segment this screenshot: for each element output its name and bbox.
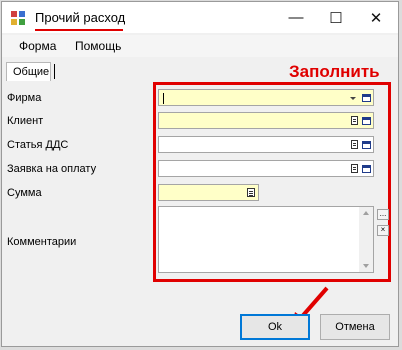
comments-clear-button[interactable]: × [377,225,389,236]
calculator-icon[interactable] [247,188,255,197]
comments-expand-button[interactable]: ... [377,209,389,220]
label-cash-flow-item: Статья ДДС [7,139,69,151]
cash-flow-item-field[interactable] [158,136,374,153]
scroll-down-icon[interactable] [363,264,369,268]
close-button[interactable]: ✕ [356,2,396,33]
minimize-button[interactable]: — [276,2,316,33]
document-icon[interactable] [351,116,358,125]
label-client: Клиент [7,115,44,127]
amount-field[interactable] [158,184,259,201]
title-bar[interactable]: Прочий расход — ☐ ✕ [2,2,398,33]
ok-button[interactable]: Ok [240,314,310,340]
tab-general[interactable]: Общие [6,62,51,81]
list-icon[interactable] [362,141,371,149]
label-payment-request: Заявка на оплату [7,163,97,175]
text-caret [163,93,164,104]
app-icon [11,11,25,25]
close-icon: ✕ [369,9,383,27]
maximize-icon: ☐ [329,9,343,27]
client-field[interactable] [158,112,374,129]
menu-item-form[interactable]: Форма [19,39,56,53]
window-title: Прочий расход [35,10,126,25]
menu-bar: Форма Помощь [2,35,398,57]
list-icon[interactable] [362,117,371,125]
document-icon[interactable] [351,140,358,149]
menu-item-help[interactable]: Помощь [75,39,121,53]
maximize-button[interactable]: ☐ [316,2,356,33]
payment-request-field[interactable] [158,160,374,177]
document-icon[interactable] [351,164,358,173]
vertical-scrollbar[interactable] [359,207,373,272]
label-firm: Фирма [7,92,42,104]
list-icon[interactable] [362,165,371,173]
label-amount: Сумма [7,187,42,199]
minimize-icon: — [288,9,304,26]
annotation-fill-label: Заполнить [289,62,380,81]
list-icon[interactable] [362,94,371,102]
tab-separator [54,64,55,79]
label-comments: Комментарии [7,236,77,248]
title-underline-annotation [35,29,123,31]
scroll-up-icon[interactable] [363,211,369,215]
cancel-button[interactable]: Отмена [320,314,390,340]
firm-dropdown[interactable] [158,89,374,106]
chevron-down-icon[interactable] [350,97,356,100]
comments-textarea[interactable] [158,206,374,273]
